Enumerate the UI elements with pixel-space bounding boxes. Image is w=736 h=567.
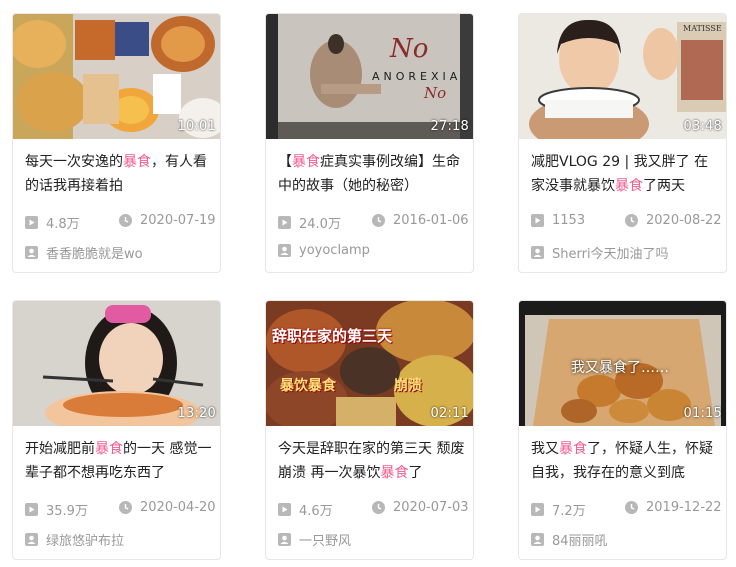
video-thumbnail[interactable]: No ANOREXIA No 27:18: [266, 14, 473, 139]
thumbnail-caption: MATISSE: [683, 24, 722, 33]
uploader-name[interactable]: 一只野风: [278, 530, 351, 549]
video-thumbnail[interactable]: MATISSE 03:48: [519, 14, 726, 139]
video-title[interactable]: 我又暴食了，怀疑人生，怀疑自我，我存在的意义到底: [531, 437, 721, 485]
user-icon: [278, 244, 291, 257]
view-count: 4.6万: [278, 500, 333, 519]
user-icon: [278, 533, 291, 546]
upload-date: 2020-07-19: [119, 213, 216, 228]
video-title[interactable]: 【暴食症真实事例改编】生命中的故事（她的秘密）: [278, 150, 468, 198]
uploader-name[interactable]: 香香脆脆就是wo: [25, 243, 143, 262]
thumbnail-caption: ANOREXIA: [372, 70, 462, 83]
play-square-icon: [531, 214, 544, 227]
view-count: 4.8万: [25, 213, 80, 232]
video-duration: 27:18: [430, 119, 469, 134]
thumbnail-caption: No: [424, 84, 447, 102]
view-count: 7.2万: [531, 500, 586, 519]
clock-icon: [625, 214, 638, 227]
thumbnail-caption: 我又暴食了……: [571, 360, 669, 376]
video-card[interactable]: 13:20 开始减肥前暴食的一天 感觉一辈子都不想再吃东西了 35.9万 202…: [12, 300, 221, 560]
video-card[interactable]: 辞职在家的第三天 暴饮暴食 崩溃 02:11 今天是辞职在家的第三天 颓废 崩溃…: [265, 300, 474, 560]
clock-icon: [372, 214, 385, 227]
uploader-name[interactable]: 绿旅悠驴布拉: [25, 530, 124, 549]
upload-date: 2016-01-06: [372, 213, 469, 228]
thumbnail-caption: 崩溃: [394, 378, 422, 394]
play-square-icon: [278, 503, 291, 516]
thumbnail-caption: No: [390, 34, 429, 64]
video-card[interactable]: 10:01 每天一次安逸的暴食，有人看的话我再接着拍 4.8万 2020-07-…: [12, 13, 221, 273]
user-icon: [531, 533, 544, 546]
video-thumbnail[interactable]: 10:01: [13, 14, 220, 139]
clock-icon: [119, 214, 132, 227]
video-card[interactable]: 我又暴食了…… 01:15 我又暴食了，怀疑人生，怀疑自我，我存在的意义到底 7…: [518, 300, 727, 560]
view-count: 35.9万: [25, 500, 88, 519]
video-card[interactable]: MATISSE 03:48 减肥VLOG 29 | 我又胖了 在家没事就暴饮暴食…: [518, 13, 727, 273]
video-title[interactable]: 今天是辞职在家的第三天 颓废 崩溃 再一次暴饮暴食了: [278, 437, 468, 485]
clock-icon: [372, 501, 385, 514]
video-duration: 02:11: [430, 406, 469, 421]
video-thumbnail[interactable]: 辞职在家的第三天 暴饮暴食 崩溃 02:11: [266, 301, 473, 426]
video-title[interactable]: 开始减肥前暴食的一天 感觉一辈子都不想再吃东西了: [25, 437, 215, 485]
play-square-icon: [25, 503, 38, 516]
upload-date: 2019-12-22: [625, 500, 722, 515]
video-title[interactable]: 每天一次安逸的暴食，有人看的话我再接着拍: [25, 150, 215, 198]
video-duration: 10:01: [177, 119, 216, 134]
uploader-name[interactable]: yoyoclamp: [278, 243, 370, 258]
clock-icon: [625, 501, 638, 514]
user-icon: [25, 246, 38, 259]
clock-icon: [119, 501, 132, 514]
thumbnail-caption: 暴饮暴食: [280, 378, 336, 394]
uploader-name[interactable]: Sherri今天加油了吗: [531, 243, 669, 262]
play-square-icon: [531, 503, 544, 516]
video-duration: 03:48: [683, 119, 722, 134]
play-square-icon: [25, 216, 38, 229]
video-card[interactable]: No ANOREXIA No 27:18 【暴食症真实事例改编】生命中的故事（她…: [265, 13, 474, 273]
video-title[interactable]: 减肥VLOG 29 | 我又胖了 在家没事就暴饮暴食了两天: [531, 150, 721, 198]
upload-date: 2020-07-03: [372, 500, 469, 515]
user-icon: [25, 533, 38, 546]
video-thumbnail[interactable]: 我又暴食了…… 01:15: [519, 301, 726, 426]
play-square-icon: [278, 216, 291, 229]
view-count: 24.0万: [278, 213, 341, 232]
video-thumbnail[interactable]: 13:20: [13, 301, 220, 426]
video-duration: 01:15: [683, 406, 722, 421]
user-icon: [531, 246, 544, 259]
upload-date: 2020-08-22: [625, 213, 722, 228]
upload-date: 2020-04-20: [119, 500, 216, 515]
thumbnail-caption: 辞职在家的第三天: [272, 327, 393, 345]
uploader-name[interactable]: 84丽丽吼: [531, 530, 608, 549]
view-count: 1153: [531, 213, 585, 228]
video-duration: 13:20: [177, 406, 216, 421]
